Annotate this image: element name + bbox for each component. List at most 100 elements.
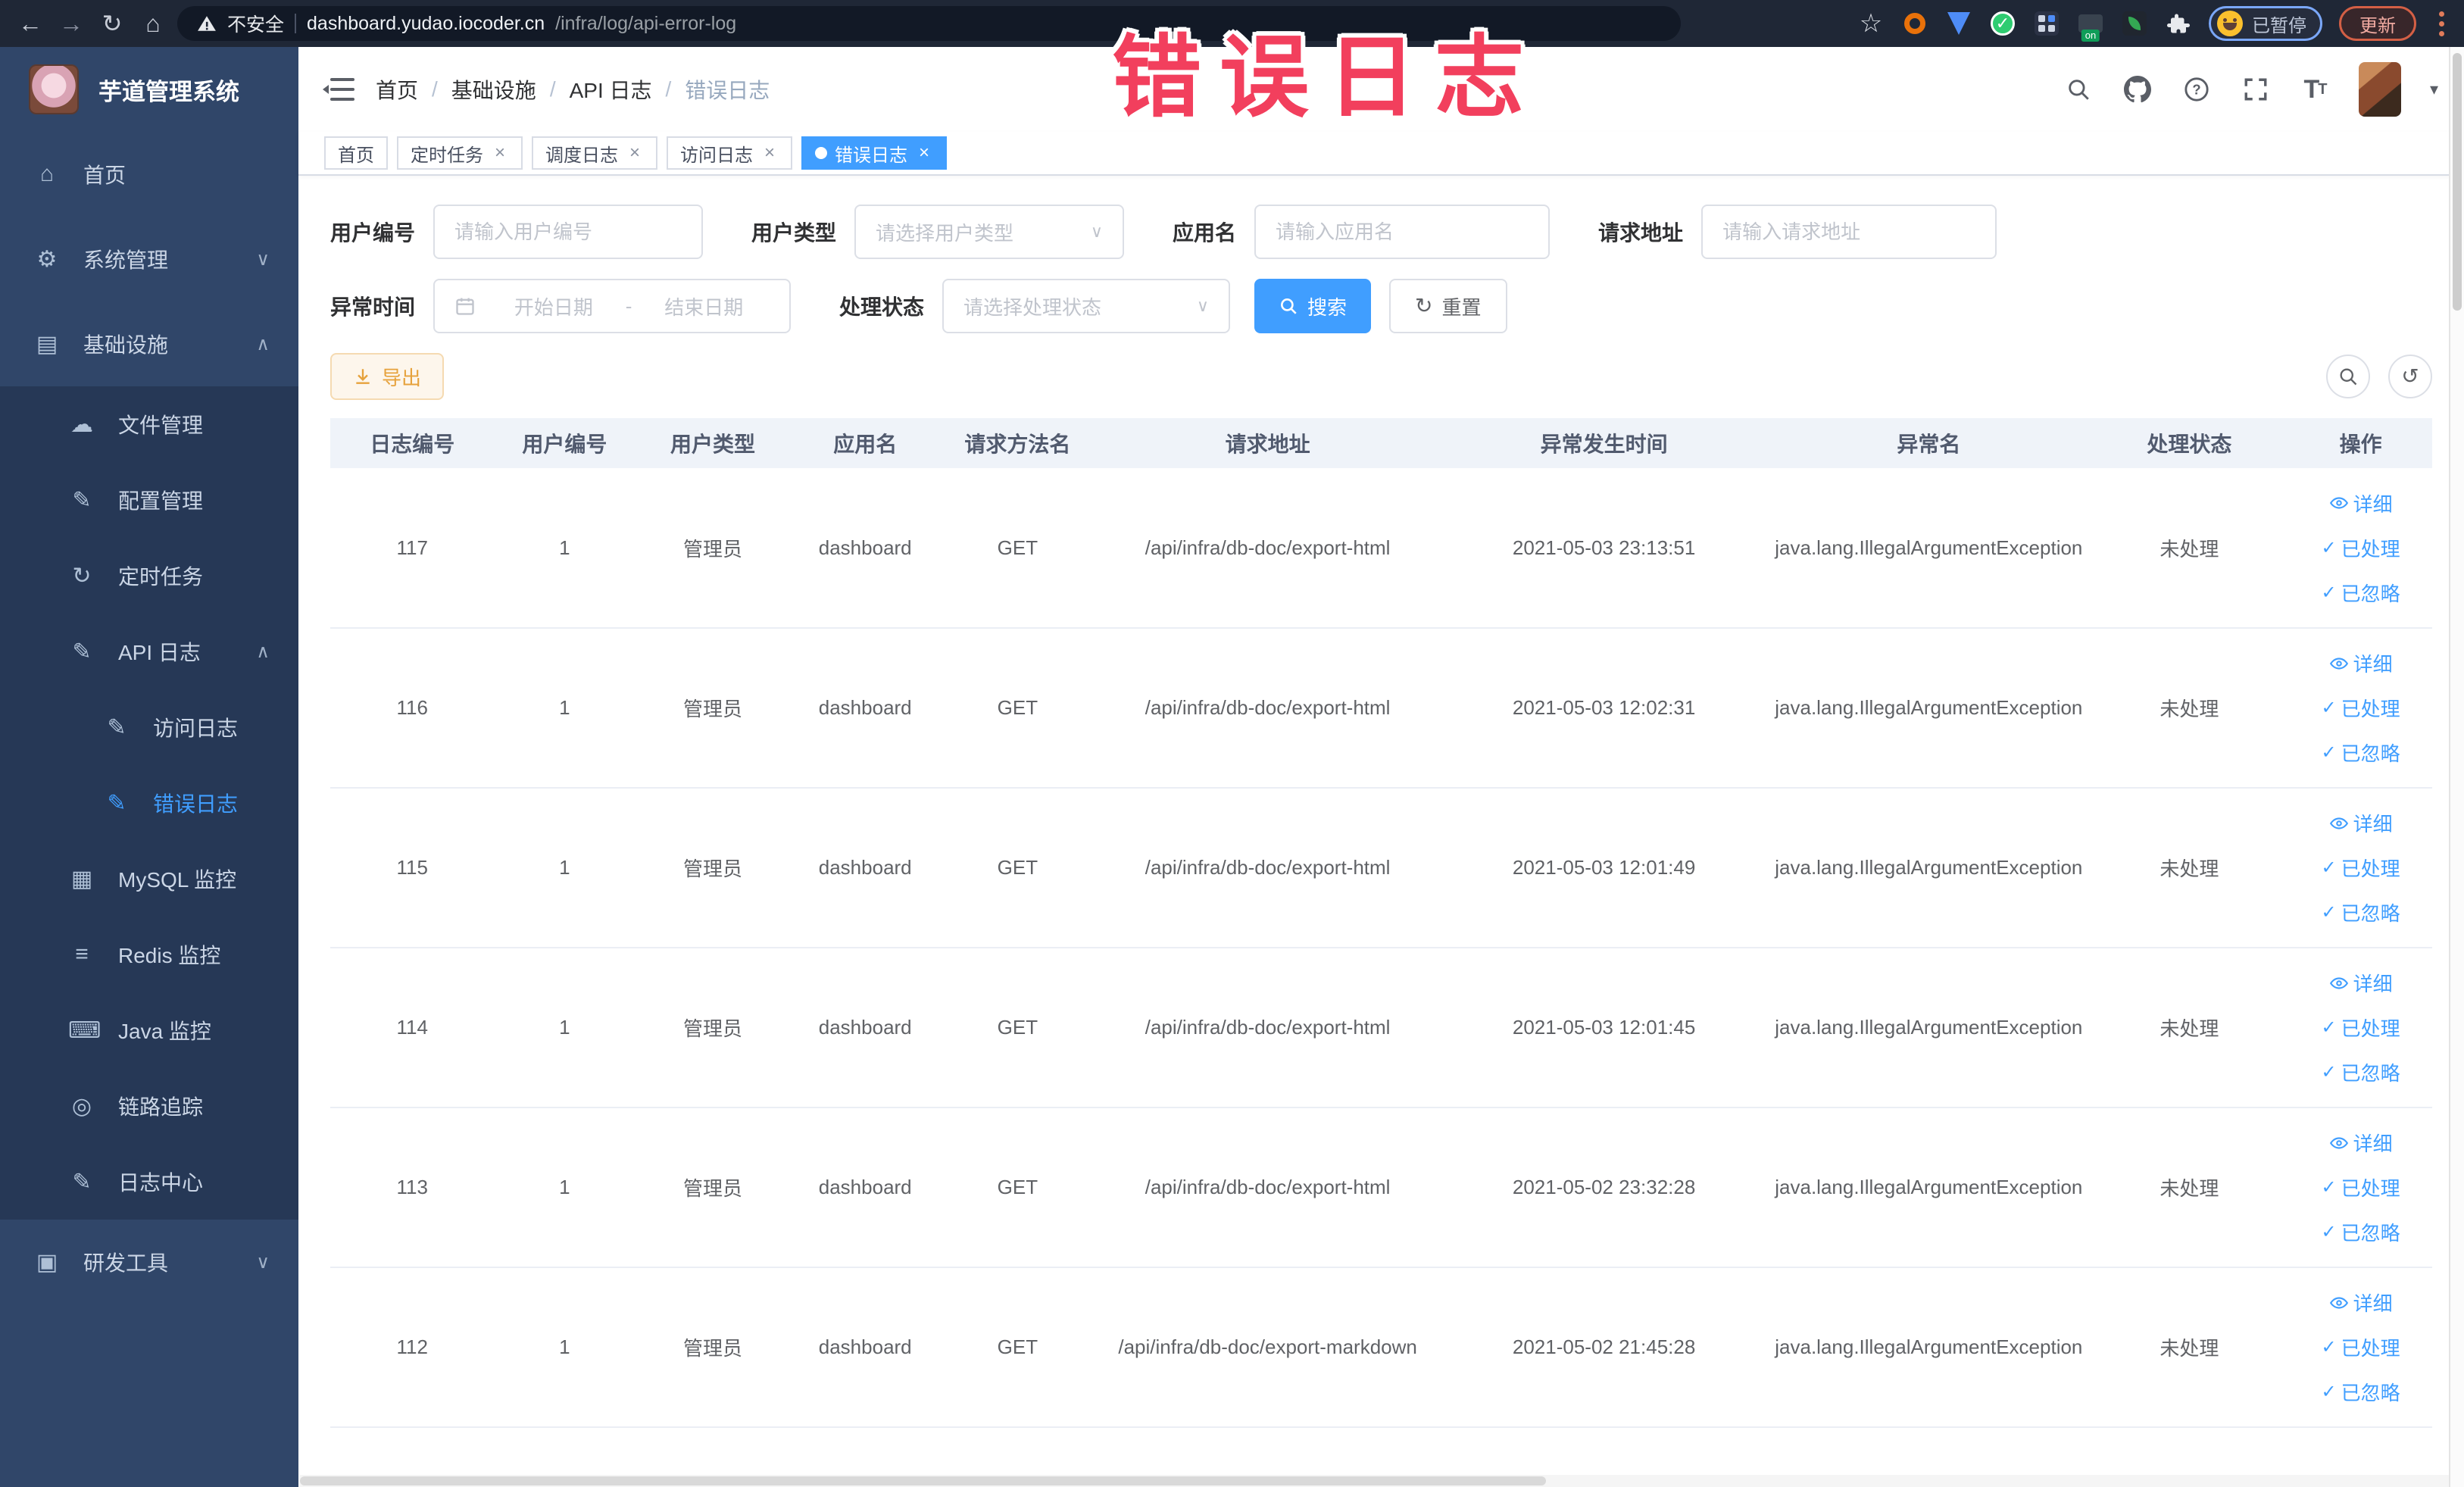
sidebar-item-file[interactable]: ☁ 文件管理 <box>0 386 298 462</box>
mark-processed-link[interactable]: ✓ 已处理 <box>2322 534 2400 562</box>
fullscreen-icon[interactable] <box>2241 74 2271 105</box>
mark-processed-link[interactable]: ✓ 已处理 <box>2322 1014 2400 1042</box>
tab-close-icon[interactable]: × <box>491 144 509 162</box>
address-bar[interactable]: 不安全 dashboard.yudao.iocoder.cn/infra/log… <box>177 6 1681 41</box>
font-size-icon[interactable]: TT <box>2300 74 2330 105</box>
extensions-puzzle-icon[interactable] <box>2165 10 2192 37</box>
sidebar-item-mysql[interactable]: ▦ MySQL 监控 <box>0 841 298 917</box>
cell-app-name: dashboard <box>790 1267 940 1428</box>
sidebar-item-config[interactable]: ✎ 配置管理 <box>0 462 298 538</box>
mark-ignored-link[interactable]: ✓ 已忽略 <box>2322 739 2400 767</box>
extension-green-check-icon[interactable]: ✓ <box>1989 10 2016 37</box>
horizontal-scrollbar[interactable] <box>300 1475 2449 1487</box>
help-icon[interactable]: ? <box>2181 74 2212 105</box>
sidebar-item-job[interactable]: ↻ 定时任务 <box>0 538 298 614</box>
extension-orange-icon[interactable] <box>1901 10 1928 37</box>
mark-ignored-link[interactable]: ✓ 已忽略 <box>2322 1058 2400 1086</box>
breadcrumb-separator: / <box>432 77 438 101</box>
sidebar-item-trace[interactable]: ◎ 链路追踪 <box>0 1068 298 1144</box>
bookmark-star-icon[interactable]: ☆ <box>1857 9 1885 38</box>
column-header: 用户类型 <box>635 418 791 468</box>
horizontal-scrollbar-thumb[interactable] <box>300 1476 1547 1485</box>
browser-reload-icon[interactable]: ↻ <box>95 7 129 40</box>
browser-home-icon[interactable]: ⌂ <box>136 7 170 40</box>
sidebar-item-system[interactable]: ⚙ 系统管理 ∨ <box>0 217 298 301</box>
sidebar-item-error-log[interactable]: ✎ 错误日志 <box>0 765 298 841</box>
sidebar-item-infra[interactable]: ▤ 基础设施 ∧ <box>0 301 298 386</box>
tab-job[interactable]: 定时任务 × <box>397 136 523 170</box>
browser-back-icon[interactable]: ← <box>14 7 47 40</box>
mark-processed-link[interactable]: ✓ 已处理 <box>2322 1333 2400 1361</box>
sidebar-item-java[interactable]: ⌨ Java 监控 <box>0 992 298 1068</box>
tab-home[interactable]: 首页 × <box>324 136 388 170</box>
detail-link[interactable]: 详细 <box>2329 969 2393 997</box>
detail-link[interactable]: 详细 <box>2329 1129 2393 1157</box>
detail-link[interactable]: 详细 <box>2329 489 2393 517</box>
sidebar-item-home[interactable]: ⌂ 首页 <box>0 132 298 217</box>
process-status-select[interactable]: 请选择处理状态 ∨ <box>942 279 1231 333</box>
search-icon[interactable] <box>2063 74 2094 105</box>
refresh-table-button[interactable]: ↺ <box>2388 355 2432 398</box>
extension-grid-icon[interactable] <box>2033 10 2060 37</box>
extension-leaf-icon[interactable] <box>2121 10 2148 37</box>
check-icon: ✓ <box>2321 742 2337 763</box>
export-button[interactable]: 导出 <box>330 353 445 400</box>
detail-link[interactable]: 详细 <box>2329 649 2393 677</box>
tab-job-log[interactable]: 调度日志 × <box>532 136 657 170</box>
table-row: 115 1 管理员 dashboard GET /api/infra/db-do… <box>330 788 2432 948</box>
toggle-search-button[interactable] <box>2326 355 2370 398</box>
tab-close-icon[interactable]: × <box>626 144 644 162</box>
mark-processed-link[interactable]: ✓ 已处理 <box>2322 1173 2400 1201</box>
mark-ignored-link[interactable]: ✓ 已忽略 <box>2322 898 2400 926</box>
vertical-scrollbar-thumb[interactable] <box>2453 53 2462 311</box>
chrome-menu-icon[interactable] <box>2433 11 2450 36</box>
avatar-caret-down-icon[interactable]: ▾ <box>2430 80 2438 99</box>
detail-link[interactable]: 详细 <box>2329 1289 2393 1317</box>
exception-time-range-picker[interactable]: 开始日期 - 结束日期 <box>433 279 792 333</box>
chevron-down-icon: ∨ <box>256 248 270 270</box>
tab-error-log[interactable]: 错误日志 × <box>801 136 947 170</box>
extension-blue-icon[interactable] <box>1945 10 1972 37</box>
security-label[interactable]: 不安全 <box>227 10 284 37</box>
request-url-input[interactable] <box>1722 220 1976 244</box>
profile-sync-paused-badge[interactable]: 已暂停 <box>2209 6 2322 41</box>
app-name-field[interactable] <box>1254 205 1551 259</box>
user-id-input[interactable] <box>454 220 682 244</box>
mark-ignored-link[interactable]: ✓ 已忽略 <box>2322 1218 2400 1246</box>
hamburger-icon[interactable] <box>323 77 354 102</box>
sidebar-item-redis[interactable]: ≡ Redis 监控 <box>0 917 298 992</box>
vertical-scrollbar[interactable] <box>2449 47 2464 1487</box>
breadcrumb-item[interactable]: 首页 <box>376 74 418 105</box>
user-id-field[interactable] <box>433 205 704 259</box>
tab-close-icon[interactable]: × <box>760 144 779 162</box>
extension-on-badge-icon[interactable]: on <box>2077 10 2104 42</box>
breadcrumb-item[interactable]: API 日志 <box>570 74 652 105</box>
tab-close-icon[interactable]: × <box>915 144 933 162</box>
mark-ignored-link[interactable]: ✓ 已忽略 <box>2322 579 2400 607</box>
browser-forward-icon[interactable]: → <box>55 7 88 40</box>
chrome-update-button[interactable]: 更新 <box>2339 6 2416 41</box>
detail-link[interactable]: 详细 <box>2329 809 2393 837</box>
request-url-field[interactable] <box>1701 205 1997 259</box>
breadcrumb-item[interactable]: 基础设施 <box>451 74 536 105</box>
start-date-placeholder[interactable]: 开始日期 <box>488 292 620 320</box>
mark-processed-link[interactable]: ✓ 已处理 <box>2322 694 2400 722</box>
security-warning-icon[interactable] <box>197 14 217 33</box>
end-date-placeholder[interactable]: 结束日期 <box>638 292 770 320</box>
mark-ignored-link[interactable]: ✓ 已忽略 <box>2322 1378 2400 1406</box>
mark-processed-link[interactable]: ✓ 已处理 <box>2322 854 2400 882</box>
sidebar-item-access-log[interactable]: ✎ 访问日志 <box>0 689 298 765</box>
chevron-down-icon: ∨ <box>256 1251 270 1273</box>
cell-process-status: 未处理 <box>2089 468 2290 629</box>
tab-access-log[interactable]: 访问日志 × <box>667 136 792 170</box>
sidebar-item-devtools[interactable]: ▣ 研发工具 ∨ <box>0 1220 298 1304</box>
sidebar-logo-row[interactable]: 芋道管理系统 <box>0 47 298 132</box>
github-icon[interactable] <box>2122 74 2153 105</box>
sidebar-item-api-log[interactable]: ✎ API 日志 ∧ <box>0 614 298 689</box>
user-avatar[interactable] <box>2358 62 2401 117</box>
search-button[interactable]: 搜索 <box>1254 279 1372 333</box>
app-name-input[interactable] <box>1276 220 1529 244</box>
reset-button[interactable]: ↻ 重置 <box>1389 279 1507 333</box>
sidebar-item-log-center[interactable]: ✎ 日志中心 <box>0 1144 298 1220</box>
user-type-select[interactable]: 请选择用户类型 ∨ <box>854 205 1125 259</box>
